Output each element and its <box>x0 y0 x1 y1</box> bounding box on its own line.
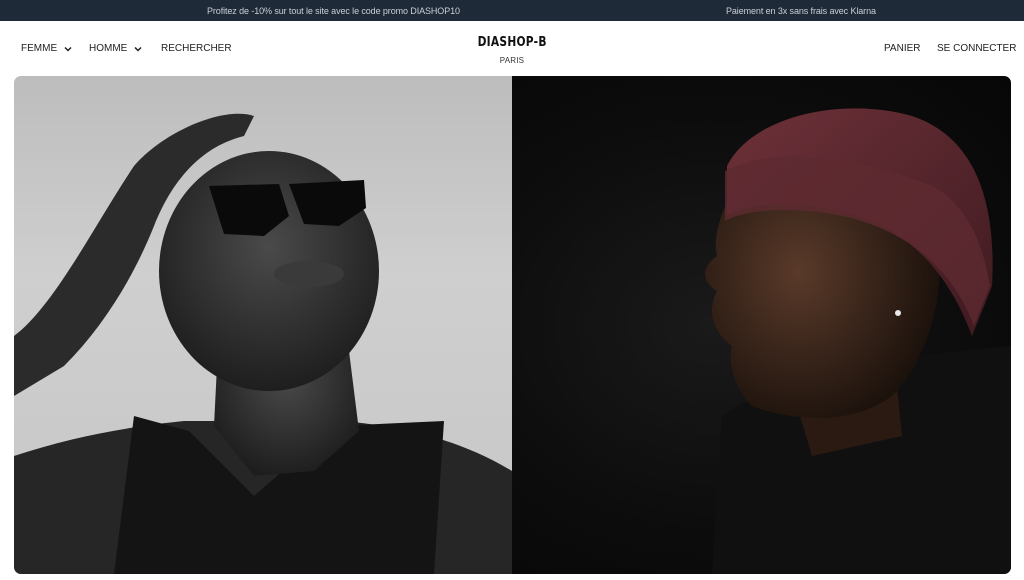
login-label: SE CONNECTER <box>937 43 1017 54</box>
hero-image-man[interactable] <box>512 76 1011 574</box>
promo-bar: Profitez de -10% sur tout le site avec l… <box>0 0 1024 21</box>
site-header: FEMME HOMME RECHERCHER DIASHOP-B PARIS P… <box>0 21 1024 76</box>
cart-label: PANIER <box>884 43 921 54</box>
promo-code-text: Profitez de -10% sur tout le site avec l… <box>207 6 460 16</box>
brand-city: PARIS <box>499 56 525 65</box>
brand-logo[interactable]: DIASHOP-B PARIS <box>0 33 1024 65</box>
login-link[interactable]: SE CONNECTER <box>937 43 1016 54</box>
cart-link[interactable]: PANIER <box>884 43 921 54</box>
woman-portrait-illustration <box>14 113 512 574</box>
hero-image-woman[interactable] <box>14 76 512 574</box>
brand-name: DIASHOP-B <box>477 35 547 50</box>
man-portrait-illustration <box>704 108 1011 574</box>
klarna-payment-text: Paiement en 3x sans frais avec Klarna <box>726 6 876 16</box>
hero-banner[interactable] <box>14 76 1011 574</box>
